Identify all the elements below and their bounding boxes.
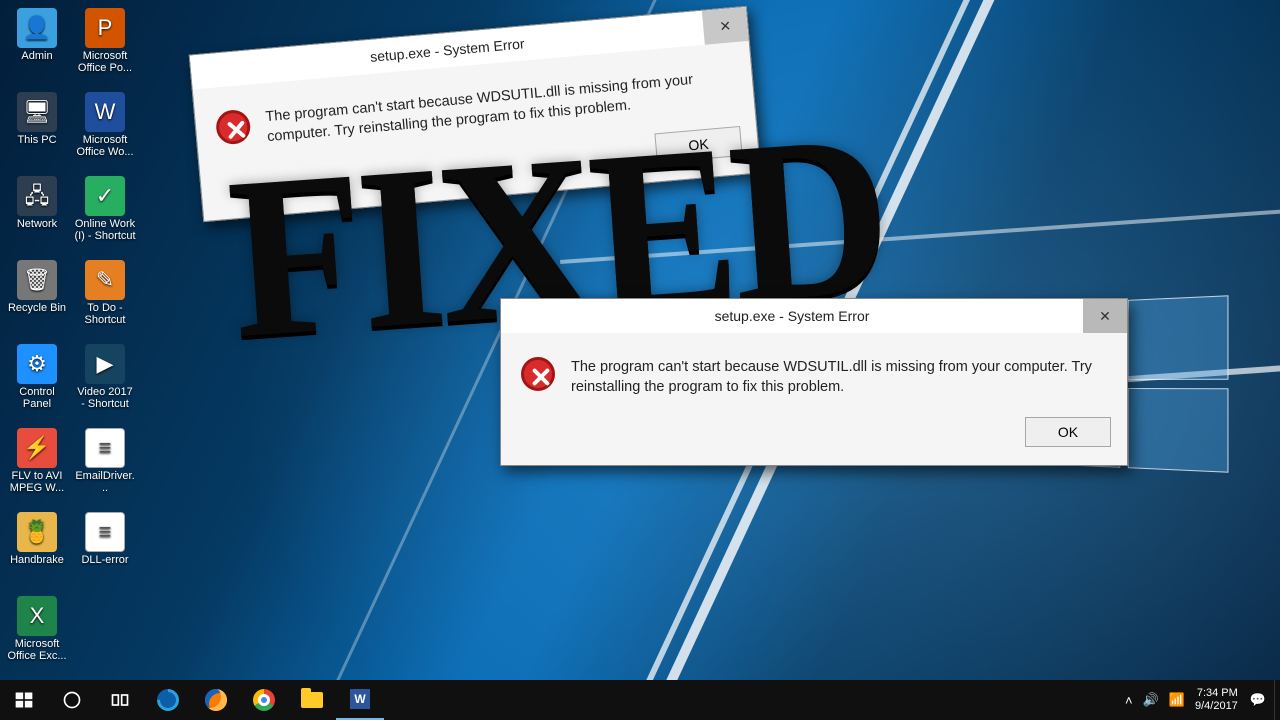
desktop-icon-label: Admin: [6, 50, 68, 62]
app-icon: 🖧: [17, 176, 57, 216]
app-icon: ≡: [85, 428, 125, 468]
app-icon: ✓: [85, 176, 125, 216]
desktop-icon[interactable]: PMicrosoft Office Po...: [74, 6, 136, 86]
circle-icon: [62, 690, 82, 710]
desktop-icon[interactable]: 🖥 This PC: [6, 90, 68, 170]
desktop-icon-label: Online Work (I) - Shortcut: [74, 218, 136, 242]
app-icon: 👤: [17, 8, 57, 48]
dialog1-close-button[interactable]: ✕: [702, 7, 749, 45]
desktop-icon[interactable]: ⚡FLV to AVI MPEG W...: [6, 426, 68, 506]
desktop-icon-label: Microsoft Office Wo...: [74, 134, 136, 158]
app-icon: ≡: [85, 512, 125, 552]
dialog1-ok-button[interactable]: OK: [654, 126, 742, 163]
desktop-icon[interactable]: 🍍 Handbrake: [6, 510, 68, 590]
desktop-icon-label: This PC: [6, 134, 68, 146]
app-icon: ▶: [85, 344, 125, 384]
desktop-icon[interactable]: ⚙Control Panel: [6, 342, 68, 422]
desktop-icons-grid: 👤AdminPMicrosoft Office Po...🖥This PCWMi…: [6, 6, 136, 674]
close-icon: ✕: [1099, 308, 1111, 325]
dialog2-titlebar[interactable]: setup.exe - System Error ✕: [501, 299, 1127, 333]
taskbar: W ˄ 🔊 📶 7:34 PM 9/4/2017 💬: [0, 680, 1280, 720]
chrome-icon: [253, 689, 275, 711]
desktop-icon[interactable]: ✓Online Work (I) - Shortcut: [74, 174, 136, 254]
desktop-icon[interactable]: ≡EmailDriver...: [74, 426, 136, 506]
desktop-icon[interactable]: WMicrosoft Office Wo...: [74, 90, 136, 170]
app-icon: W: [85, 92, 125, 132]
desktop-icon[interactable]: ▶Video 2017 - Shortcut: [74, 342, 136, 422]
desktop-icon[interactable]: ≡ DLL-error: [74, 510, 136, 590]
tray-time: 7:34 PM: [1195, 687, 1238, 700]
desktop-icon[interactable]: XMicrosoft Office Exc...: [6, 594, 68, 674]
close-icon: ✕: [719, 17, 732, 35]
tray-date: 9/4/2017: [1195, 700, 1238, 713]
show-desktop-button[interactable]: [1274, 680, 1280, 720]
desktop-icon-label: Network: [6, 218, 68, 230]
app-icon: 🗑: [17, 260, 57, 300]
desktop-icon-label: Control Panel: [6, 386, 68, 410]
taskbar-edge[interactable]: [144, 680, 192, 720]
error-icon: [215, 109, 252, 146]
desktop-icon-label: EmailDriver...: [74, 470, 136, 494]
desktop-icon[interactable]: 🗑 Recycle Bin: [6, 258, 68, 338]
taskbar-chrome[interactable]: [240, 680, 288, 720]
dialog2-message: The program can't start because WDSUTIL.…: [571, 357, 1107, 397]
action-center-icon[interactable]: 💬: [1250, 692, 1266, 708]
task-view-button[interactable]: [96, 680, 144, 720]
dialog2-close-button[interactable]: ✕: [1083, 299, 1127, 333]
tray-clock[interactable]: 7:34 PM 9/4/2017: [1195, 687, 1240, 713]
firefox-icon: [205, 689, 227, 711]
taskbar-firefox[interactable]: [192, 680, 240, 720]
desktop-icon[interactable]: ✎To Do - Shortcut: [74, 258, 136, 338]
tray-volume-icon[interactable]: 🔊: [1143, 692, 1159, 708]
desktop-icon-label: Handbrake: [6, 554, 68, 566]
desktop-icon-label: FLV to AVI MPEG W...: [6, 470, 68, 494]
app-icon: 🖥: [17, 92, 57, 132]
start-button[interactable]: [0, 680, 48, 720]
dialog2-title: setup.exe - System Error: [501, 308, 1083, 324]
desktop-icon[interactable]: 🖧 Network: [6, 174, 68, 254]
desktop-icon-label: To Do - Shortcut: [74, 302, 136, 326]
app-icon: ⚡: [17, 428, 57, 468]
cortana-button[interactable]: [48, 680, 96, 720]
folder-icon: [301, 692, 323, 708]
dialog2-ok-button[interactable]: OK: [1025, 417, 1111, 447]
desktop-icon[interactable]: 👤 Admin: [6, 6, 68, 86]
app-icon: ⚙: [17, 344, 57, 384]
desktop-icon-label: Video 2017 - Shortcut: [74, 386, 136, 410]
app-icon: 🍍: [17, 512, 57, 552]
error-icon: [521, 357, 555, 391]
word-icon: W: [350, 689, 370, 709]
taskbar-file-explorer[interactable]: [288, 680, 336, 720]
system-tray: ˄ 🔊 📶 7:34 PM 9/4/2017 💬: [1117, 680, 1274, 720]
app-icon: X: [17, 596, 57, 636]
edge-icon: [152, 684, 183, 715]
desktop-icon-label: DLL-error: [74, 554, 136, 566]
tray-network-icon[interactable]: 📶: [1169, 692, 1185, 708]
tray-chevron-up-icon[interactable]: ˄: [1125, 693, 1133, 708]
task-view-icon: [110, 690, 130, 710]
taskbar-word[interactable]: W: [336, 680, 384, 720]
desktop-icon-label: Microsoft Office Exc...: [6, 638, 68, 662]
error-dialog-2: setup.exe - System Error ✕ The program c…: [500, 298, 1128, 466]
desktop-icon-label: Microsoft Office Po...: [74, 50, 136, 74]
desktop-icon-label: Recycle Bin: [6, 302, 68, 314]
app-icon: ✎: [85, 260, 125, 300]
windows-icon: [14, 690, 34, 710]
app-icon: P: [85, 8, 125, 48]
